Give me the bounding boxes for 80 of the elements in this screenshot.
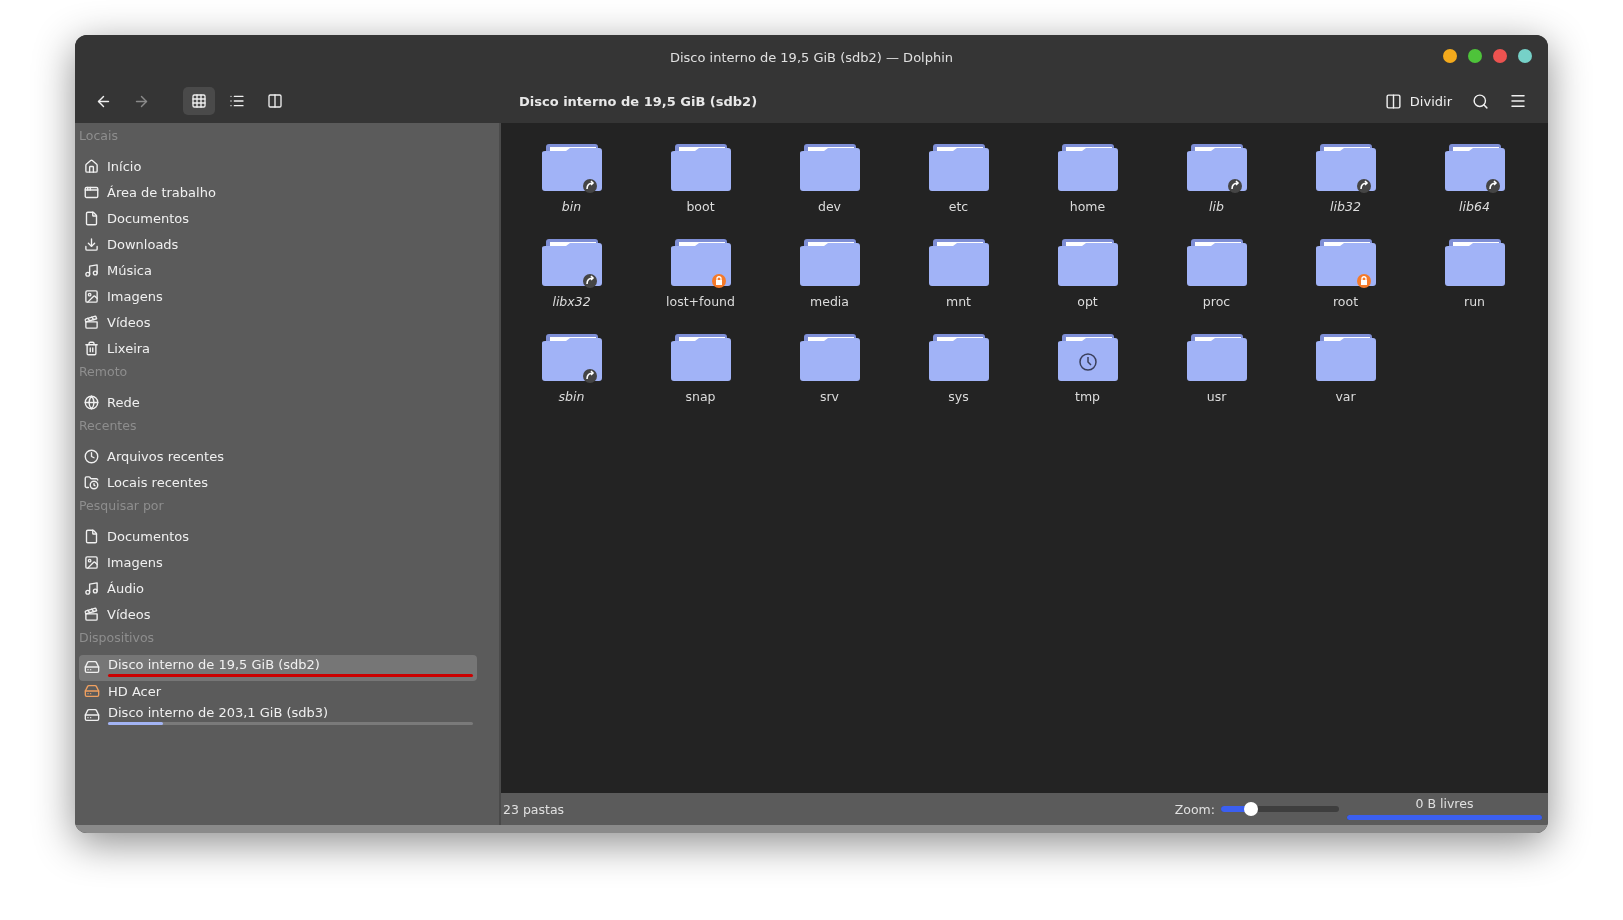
folder-name[interactable]: sys	[948, 389, 969, 404]
download-icon	[84, 236, 99, 252]
video-icon	[84, 314, 99, 330]
sidebar-item[interactable]: Área de trabalho	[79, 179, 477, 205]
drive-icon	[84, 707, 100, 723]
folder-name[interactable]: home	[1069, 199, 1106, 214]
folder-name[interactable]: opt	[1077, 294, 1098, 309]
folder-name[interactable]: bin	[561, 199, 582, 214]
folder-name[interactable]: snap	[685, 389, 716, 404]
device-label: Disco interno de 19,5 GiB (sdb2)	[108, 657, 321, 672]
folder-name[interactable]: run	[1464, 294, 1485, 309]
menu-icon	[1509, 92, 1527, 110]
folder-name[interactable]: boot	[686, 199, 715, 214]
slider-thumb[interactable]	[1243, 802, 1258, 816]
device-label: Disco interno de 203,1 GiB (sdb3)	[108, 705, 330, 720]
maximize-button[interactable]	[1468, 49, 1482, 63]
video-icon	[84, 606, 99, 622]
device-item[interactable]: Disco interno de 19,5 GiB (sdb2)	[79, 655, 477, 681]
minimize-button[interactable]	[1443, 49, 1457, 63]
folder-name[interactable]: root	[1332, 294, 1359, 309]
folder-name[interactable]: lib64	[1459, 199, 1490, 214]
window-title: Disco interno de 19,5 GiB (sdb2) — Dolphin	[669, 49, 954, 65]
home-icon	[84, 158, 99, 174]
sidebar-item[interactable]: Início	[79, 153, 477, 179]
folder-name[interactable]: dev	[818, 199, 841, 214]
device-label: HD Acer	[108, 683, 163, 699]
device-item[interactable]: Disco interno de 203,1 GiB (sdb3)	[79, 703, 477, 729]
view-mode-icon	[191, 93, 207, 109]
free-space-label: 0 B livres	[1415, 796, 1474, 811]
network-icon	[84, 394, 99, 410]
split-view-icon	[1384, 92, 1402, 110]
device-item[interactable]: HD Acer	[79, 681, 477, 703]
sidebar-item[interactable]: Downloads	[79, 231, 477, 257]
sidebar-item[interactable]: Áudio	[79, 575, 477, 601]
recent-places-icon	[84, 474, 99, 490]
close-button[interactable]	[1493, 49, 1507, 63]
sidebar-item[interactable]: Vídeos	[79, 601, 477, 627]
image-icon	[84, 554, 99, 570]
folder-name[interactable]: var	[1335, 389, 1356, 404]
sidebar-item[interactable]: Rede	[79, 389, 477, 415]
sidebar-item[interactable]: Locais recentes	[79, 469, 477, 495]
view-mode-icon	[229, 93, 245, 109]
folder-name[interactable]: srv	[819, 389, 840, 404]
view-mode-button[interactable]	[183, 87, 215, 115]
sidebar-item[interactable]: Imagens	[79, 549, 477, 575]
location-title: Disco interno de 19,5 GiB (sdb2)	[519, 93, 759, 109]
item-count: 23 pastas	[503, 801, 565, 817]
folder-name[interactable]: sbin	[558, 389, 585, 404]
music-icon	[84, 580, 99, 596]
desktop-icon	[84, 184, 99, 200]
folder-name[interactable]: tmp	[1075, 389, 1100, 404]
pin-button[interactable]	[1518, 49, 1532, 63]
folder-name[interactable]: etc	[948, 199, 969, 214]
drive-icon	[84, 683, 100, 699]
search-icon	[1471, 92, 1489, 110]
view-mode-icon	[267, 93, 283, 109]
document-icon	[84, 210, 99, 226]
folder-name[interactable]: media	[810, 294, 849, 309]
music-icon	[84, 262, 99, 278]
sidebar-item[interactable]: Música	[79, 257, 477, 283]
drive-icon	[84, 659, 100, 675]
sidebar-item[interactable]: Vídeos	[79, 309, 477, 335]
folder-name[interactable]: lib	[1209, 199, 1224, 214]
folder-name[interactable]: mnt	[946, 294, 971, 309]
split-button[interactable]: Dividir	[1378, 87, 1458, 115]
sidebar-item[interactable]: Imagens	[79, 283, 477, 309]
folder-name[interactable]: usr	[1206, 389, 1227, 404]
sidebar-item[interactable]: Arquivos recentes	[79, 443, 477, 469]
sidebar-item[interactable]: Documentos	[79, 205, 477, 231]
sidebar-item[interactable]: Documentos	[79, 523, 477, 549]
folder-name[interactable]: libx32	[552, 294, 591, 309]
recent-files-icon	[84, 448, 99, 464]
image-icon	[84, 288, 99, 304]
folder-name[interactable]: lib32	[1330, 199, 1361, 214]
zoom-label: Zoom:	[1174, 801, 1215, 817]
folder-name[interactable]: proc	[1202, 294, 1231, 309]
folder-name[interactable]: lost+found	[666, 294, 735, 309]
sidebar-item[interactable]: Lixeira	[79, 335, 477, 361]
trash-icon	[84, 340, 99, 356]
document-icon	[84, 528, 99, 544]
